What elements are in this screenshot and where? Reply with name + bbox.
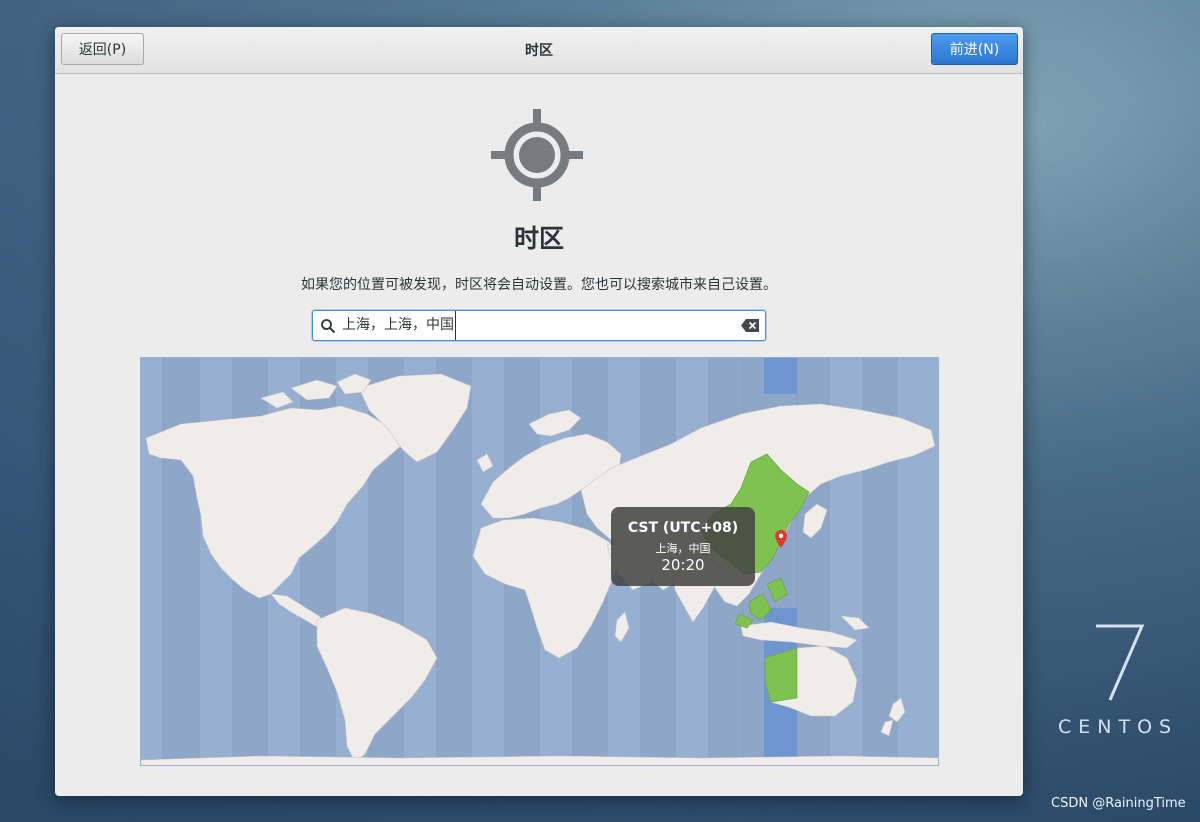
timezone-search-field[interactable]: 上海，上海，中国 [312,310,766,341]
timezone-tooltip: CST (UTC+08) 上海，中国 20:20 [611,507,755,586]
page-description: 如果您的位置可被发现，时区将会自动设置。您也可以搜索城市来自己设置。 [301,277,777,293]
search-icon [321,319,336,334]
centos-brand-name: CENTOS [1058,716,1179,738]
map-pin-icon [775,530,787,548]
centos-logo-mark [1092,620,1148,704]
setup-window: 时区 返回(P) 前进(N) 时区 如果您的位置可被发现，时区将会自动设置。您也… [55,27,1023,796]
search-input[interactable]: 上海，上海，中国 [342,311,456,340]
page-heading: 时区 [513,224,564,253]
header-title: 时区 [525,43,553,59]
timezone-time: 20:20 [661,556,705,574]
back-button[interactable]: 返回(P) [61,33,144,65]
header-bar: 时区 返回(P) 前进(N) [55,27,1023,74]
location-target-icon [491,109,583,201]
next-button[interactable]: 前进(N) [931,33,1018,65]
timezone-city: 上海，中国 [655,542,711,555]
watermark-text: CSDN @RainingTime [1051,796,1186,811]
world-map-graphic [141,358,938,765]
timezone-name: CST (UTC+08) [627,520,739,536]
clear-icon[interactable] [741,319,759,332]
timezone-map[interactable] [140,357,939,766]
